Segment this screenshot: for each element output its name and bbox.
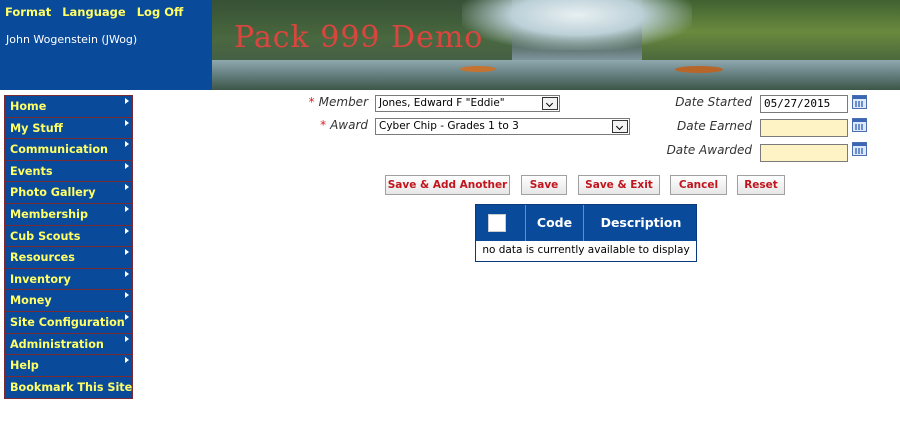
sidebar-item-label: Membership [10,207,88,221]
member-label: * Member [290,95,368,109]
select-all-checkbox[interactable] [488,214,506,232]
sidebar-item-label: Events [10,164,53,178]
sidebar-item-home[interactable]: Home [5,96,132,118]
language-link[interactable]: Language [62,5,126,19]
sidebar-item-bookmark[interactable]: Bookmark This Site [5,377,132,399]
sidebar-item-label: Communication [10,143,108,157]
top-links: Format Language Log Off [5,5,190,19]
sidebar-item-membership[interactable]: Membership [5,204,132,226]
sidebar-item-resources[interactable]: Resources [5,247,132,269]
banner-water [212,60,900,90]
submenu-arrow-icon [125,205,129,212]
sidebar-item-administration[interactable]: Administration [5,334,132,356]
award-label-text: Award [330,118,368,132]
member-select[interactable]: Jones, Edward F "Eddie" [375,95,560,112]
calendar-icon[interactable] [852,142,867,156]
submenu-arrow-icon [125,119,129,126]
chevron-down-icon[interactable] [612,120,628,133]
required-marker: * [308,95,315,109]
column-header-code[interactable]: Code [525,205,583,241]
sidebar-item-label: Administration [10,337,104,351]
calendar-icon[interactable] [852,95,867,109]
banner-canoe [460,66,496,72]
sidebar-item-communication[interactable]: Communication [5,139,132,161]
sidebar-item-label: Cub Scouts [10,229,81,243]
sidebar-item-help[interactable]: Help [5,355,132,377]
banner-canoe [675,66,723,73]
date-earned-input[interactable] [760,119,848,137]
sidebar-nav: Home My Stuff Communication Events Photo… [4,95,133,400]
sidebar-item-photo-gallery[interactable]: Photo Gallery [5,182,132,204]
sidebar-item-inventory[interactable]: Inventory [5,269,132,291]
user-name: John Wogenstein (JWog) [6,33,138,46]
submenu-arrow-icon [125,162,129,169]
sidebar-item-label: Resources [10,251,75,265]
submenu-arrow-icon [125,270,129,277]
grid-header: Code Description [476,205,696,241]
sidebar-item-label: My Stuff [10,121,63,135]
submenu-arrow-icon [125,249,129,256]
reset-button[interactable]: Reset [737,175,785,195]
sidebar-item-label: Bookmark This Site [10,380,133,394]
submenu-arrow-icon [125,184,129,191]
sidebar-item-label: Home [10,100,47,113]
sidebar-item-events[interactable]: Events [5,161,132,183]
log-off-link[interactable]: Log Off [137,5,184,19]
sidebar-item-cub-scouts[interactable]: Cub Scouts [5,226,132,248]
sidebar-item-label: Photo Gallery [10,186,96,200]
column-header-description[interactable]: Description [583,205,698,241]
header-left-panel: Format Language Log Off John Wogenstein … [0,0,212,90]
submenu-arrow-icon [125,141,129,148]
date-awarded-label: Date Awarded [666,143,752,157]
header-divider [0,90,900,92]
member-label-text: Member [318,95,368,109]
sidebar-item-label: Help [10,359,39,373]
date-awarded-input[interactable] [760,144,848,162]
grid-empty-message: no data is currently available to displa… [476,241,696,261]
save-exit-button[interactable]: Save & Exit [578,175,660,195]
date-earned-label: Date Earned [677,119,752,133]
award-select[interactable]: Cyber Chip - Grades 1 to 3 [375,118,630,135]
save-button[interactable]: Save [521,175,567,195]
required-marker: * [320,118,327,132]
banner-sky [462,0,692,50]
format-link[interactable]: Format [5,5,51,19]
save-add-another-button[interactable]: Save & Add Another [385,175,510,195]
submenu-arrow-icon [125,292,129,299]
header: Format Language Log Off John Wogenstein … [0,0,900,90]
submenu-arrow-icon [125,313,129,320]
banner-image: Pack 999 Demo [212,0,900,90]
calendar-icon[interactable] [852,118,867,132]
submenu-arrow-icon [125,335,129,342]
sidebar-item-my-stuff[interactable]: My Stuff [5,118,132,140]
sidebar-item-label: Money [10,294,52,308]
submenu-arrow-icon [125,357,129,364]
sidebar-item-site-configuration[interactable]: Site Configuration [5,312,132,334]
awards-grid: Code Description no data is currently av… [475,204,697,262]
chevron-down-icon[interactable] [542,97,558,110]
award-label: * Award [290,118,368,132]
sidebar-item-label: Inventory [10,272,71,286]
member-select-value: Jones, Edward F "Eddie" [379,97,505,109]
date-started-label: Date Started [675,95,752,109]
date-started-input[interactable]: 05/27/2015 [760,95,848,113]
award-select-value: Cyber Chip - Grades 1 to 3 [379,120,519,132]
submenu-arrow-icon [125,98,129,104]
cancel-button[interactable]: Cancel [670,175,727,195]
sidebar-item-label: Site Configuration [10,315,125,329]
banner-title: Pack 999 Demo [234,20,484,55]
submenu-arrow-icon [125,227,129,234]
sidebar-item-money[interactable]: Money [5,290,132,312]
